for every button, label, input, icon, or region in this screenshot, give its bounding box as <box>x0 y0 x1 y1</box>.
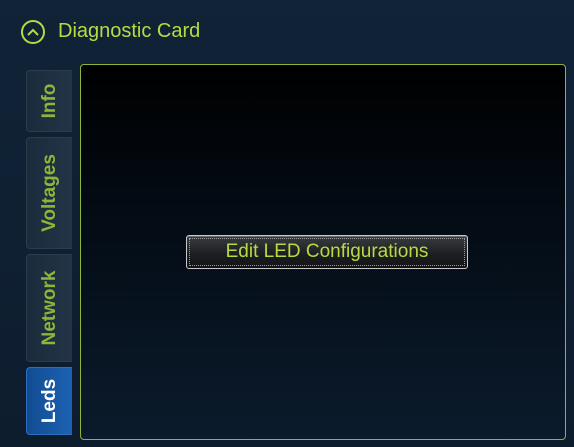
diagnostic-card: Diagnostic Card Info Voltages Network Le… <box>0 0 574 447</box>
tab-info-label: Info <box>38 83 60 119</box>
card-title: Diagnostic Card <box>58 20 201 42</box>
tab-leds-label: Leds <box>38 378 60 424</box>
tab-network-label: Network <box>38 270 60 346</box>
tab-leds[interactable]: Leds <box>26 367 72 435</box>
edit-led-configurations-button[interactable]: Edit LED Configurations <box>186 235 468 269</box>
collapse-button[interactable] <box>21 20 45 44</box>
card-header: Diagnostic Card <box>0 0 574 58</box>
tab-voltages-label: Voltages <box>38 154 60 232</box>
chevron-up-icon <box>27 28 39 36</box>
edit-led-configurations-label: Edit LED Configurations <box>225 241 429 262</box>
tab-info[interactable]: Info <box>26 70 72 132</box>
tab-network[interactable]: Network <box>26 254 72 362</box>
tab-voltages[interactable]: Voltages <box>26 137 72 249</box>
